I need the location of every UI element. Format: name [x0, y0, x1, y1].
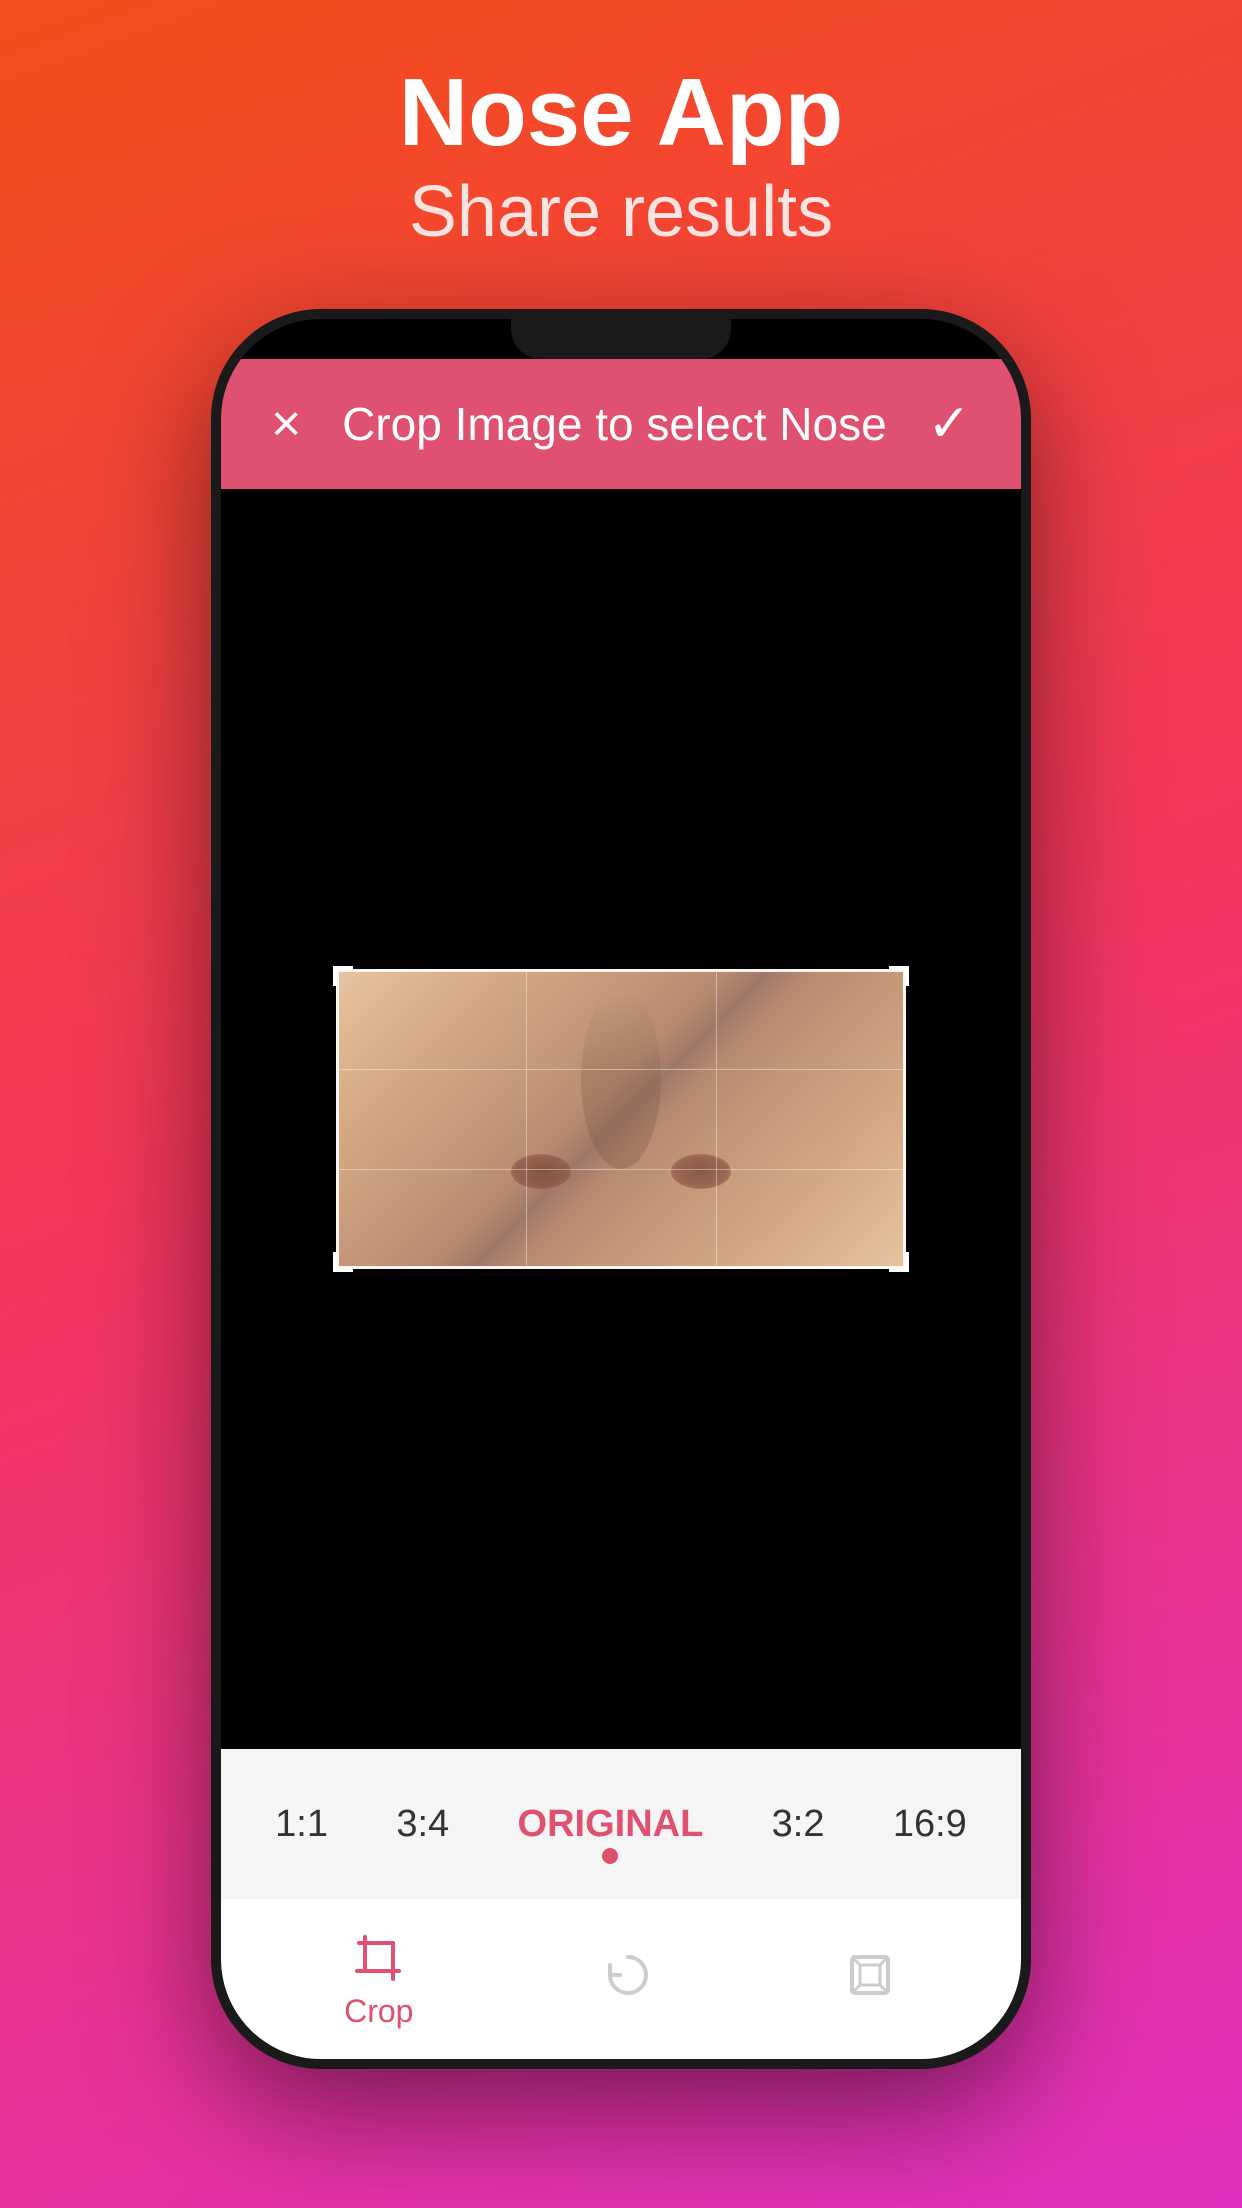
confirm-icon[interactable]: ✓ — [927, 398, 971, 450]
toolbar-item-crop[interactable]: Crop — [314, 1919, 443, 2040]
bottom-toolbar: Crop — [221, 1899, 1021, 2059]
ratio-option-original[interactable]: ORIGINAL — [498, 1793, 724, 1856]
rotate-icon — [600, 1947, 656, 2003]
expand-icon — [842, 1947, 898, 2003]
crop-label: Crop — [344, 1993, 413, 2030]
crop-icon — [351, 1929, 407, 1985]
nose-bridge-shadow — [581, 989, 661, 1169]
app-subtitle: Share results — [0, 166, 1242, 260]
ratio-option-3-4[interactable]: 3:4 — [376, 1793, 469, 1856]
nostril-right — [671, 1154, 731, 1189]
ratio-active-dot — [602, 1848, 618, 1864]
phone-frame: × Crop Image to select Nose ✓ — [211, 309, 1031, 2069]
nostril-left — [511, 1154, 571, 1189]
header-area: Nose App Share results — [0, 0, 1242, 299]
ratio-option-1-1[interactable]: 1:1 — [255, 1793, 348, 1856]
crop-image-container[interactable] — [336, 969, 906, 1269]
toolbar-item-expand[interactable] — [812, 1937, 928, 2021]
crop-bar: × Crop Image to select Nose ✓ — [221, 359, 1021, 489]
image-area — [221, 489, 1021, 1749]
ratio-option-16-9[interactable]: 16:9 — [873, 1793, 987, 1856]
cancel-icon[interactable]: × — [271, 398, 301, 450]
ratio-bar: 1:1 3:4 ORIGINAL 3:2 16:9 — [221, 1749, 1021, 1899]
crop-bar-title: Crop Image to select Nose — [301, 397, 927, 451]
phone-notch — [511, 319, 731, 359]
app-title: Nose App — [0, 60, 1242, 166]
phone-screen: × Crop Image to select Nose ✓ — [221, 319, 1021, 2059]
nose-image — [336, 969, 906, 1269]
ratio-option-3-2[interactable]: 3:2 — [752, 1793, 845, 1856]
toolbar-item-rotate[interactable] — [570, 1937, 686, 2021]
